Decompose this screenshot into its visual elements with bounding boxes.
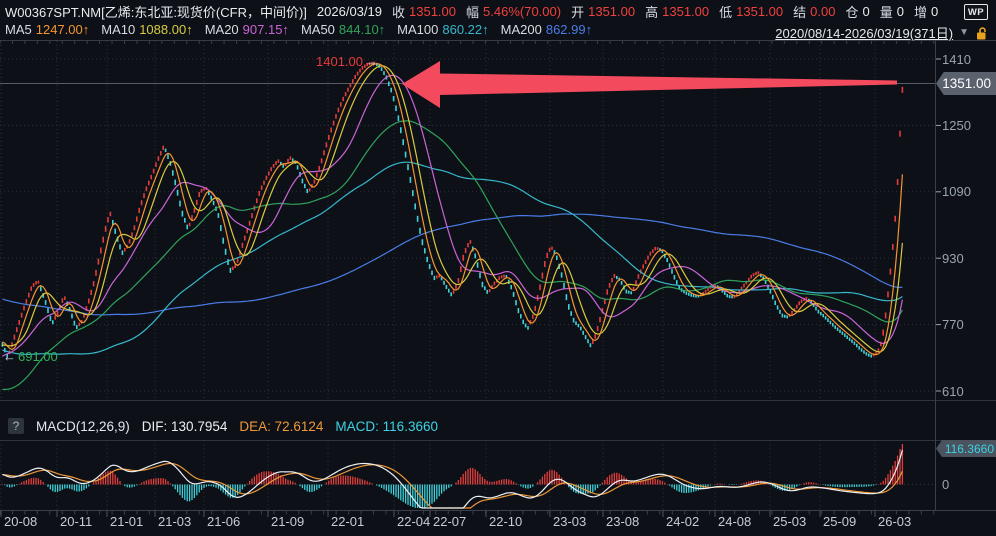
- quote-close: 收1351.00: [392, 2, 456, 21]
- x-axis-label: 22-01: [331, 514, 364, 529]
- current-price-tag: 1351.00: [936, 72, 996, 95]
- y-axis-label: 930: [942, 251, 964, 266]
- quote-bar: W00367SPT.NM[乙烯:东北亚:现货价(CFR，中间价)] 2026/0…: [5, 2, 938, 21]
- y-axis-label: 1090: [942, 184, 971, 199]
- y-axis-label: 770: [942, 317, 964, 332]
- quote-chart-window: W00367SPT.NM[乙烯:东北亚:现货价(CFR，中间价)] 2026/0…: [0, 0, 996, 536]
- unlock-icon[interactable]: [975, 26, 988, 40]
- x-axis-label: 22-04: [397, 514, 430, 529]
- left-arrow-icon: ←: [3, 349, 16, 364]
- y-axis-label: 610: [942, 384, 964, 399]
- macd-header: ? MACD(12,26,9) DIF: 130.7954 DEA: 72.61…: [8, 418, 438, 434]
- price-chart[interactable]: [0, 0, 996, 536]
- ma100-legend: MA100860.22↑: [397, 22, 488, 37]
- peak-value: 1401.00: [316, 54, 363, 69]
- macd-value-tag: 116.3660: [936, 440, 996, 457]
- ma20-legend: MA20907.15↑: [205, 22, 289, 37]
- help-icon[interactable]: ?: [8, 418, 24, 434]
- quote-change: 幅5.46%(70.00): [466, 2, 561, 21]
- quote-open: 开1351.00: [571, 2, 635, 21]
- x-axis-label: 20-08: [4, 514, 37, 529]
- x-axis-label: 22-10: [489, 514, 522, 529]
- low-value: 691.00: [18, 349, 58, 364]
- quote-date: 2026/03/19: [317, 4, 382, 19]
- macd-zero-label: 0: [942, 477, 949, 492]
- x-axis-label: 21-09: [271, 514, 304, 529]
- x-axis-label: 21-03: [158, 514, 191, 529]
- wp-badge-icon[interactable]: WP: [964, 4, 988, 20]
- ma10-legend: MA101088.00↑: [101, 22, 192, 37]
- x-axis-label: 24-02: [666, 514, 699, 529]
- y-axis-label: 1250: [942, 118, 971, 133]
- quote-high: 高1351.00: [645, 2, 709, 21]
- quote-low: 低1351.00: [719, 2, 783, 21]
- x-axis-label: 25-03: [773, 514, 806, 529]
- right-arrow-icon: →: [365, 54, 378, 69]
- quote-openinterest: 仓0: [845, 2, 869, 21]
- low-annotation: ← 691.00: [3, 349, 58, 364]
- macd-value: MACD: 116.3660: [335, 419, 438, 434]
- date-range-selector[interactable]: 2020/08/14-2026/03/19(371日) ▼: [775, 23, 988, 42]
- ma5-legend: MA51247.00↑: [5, 22, 89, 37]
- date-range-text[interactable]: 2020/08/14-2026/03/19(371日): [775, 23, 953, 42]
- chevron-down-icon[interactable]: ▼: [959, 27, 969, 38]
- quote-settle: 结0.00: [793, 2, 835, 21]
- x-axis-label: 25-09: [823, 514, 856, 529]
- ma200-legend: MA200862.99↑: [501, 22, 592, 37]
- x-axis-label: 22-07: [433, 514, 466, 529]
- peak-annotation: 1401.00 →: [316, 54, 378, 69]
- ma-legend: MA51247.00↑ MA101088.00↑ MA20907.15↑ MA5…: [5, 22, 592, 37]
- x-axis-label: 20-11: [60, 514, 92, 529]
- quote-oi-change: 增0: [914, 2, 938, 21]
- x-axis-label: 23-08: [606, 514, 639, 529]
- x-axis-label: 24-08: [718, 514, 751, 529]
- dif-value: DIF: 130.7954: [142, 419, 228, 434]
- dea-value: DEA: 72.6124: [239, 419, 323, 434]
- x-axis-label: 26-03: [878, 514, 911, 529]
- instrument-title: W00367SPT.NM[乙烯:东北亚:现货价(CFR，中间价)]: [5, 2, 307, 21]
- y-axis-label: 1410: [942, 52, 971, 67]
- x-axis-label: 21-06: [207, 514, 240, 529]
- x-axis-label: 23-03: [553, 514, 586, 529]
- macd-title: MACD(12,26,9): [36, 419, 130, 434]
- ma50-legend: MA50844.10↑: [301, 22, 385, 37]
- x-axis-label: 21-01: [110, 514, 143, 529]
- quote-volume: 量0: [880, 2, 904, 21]
